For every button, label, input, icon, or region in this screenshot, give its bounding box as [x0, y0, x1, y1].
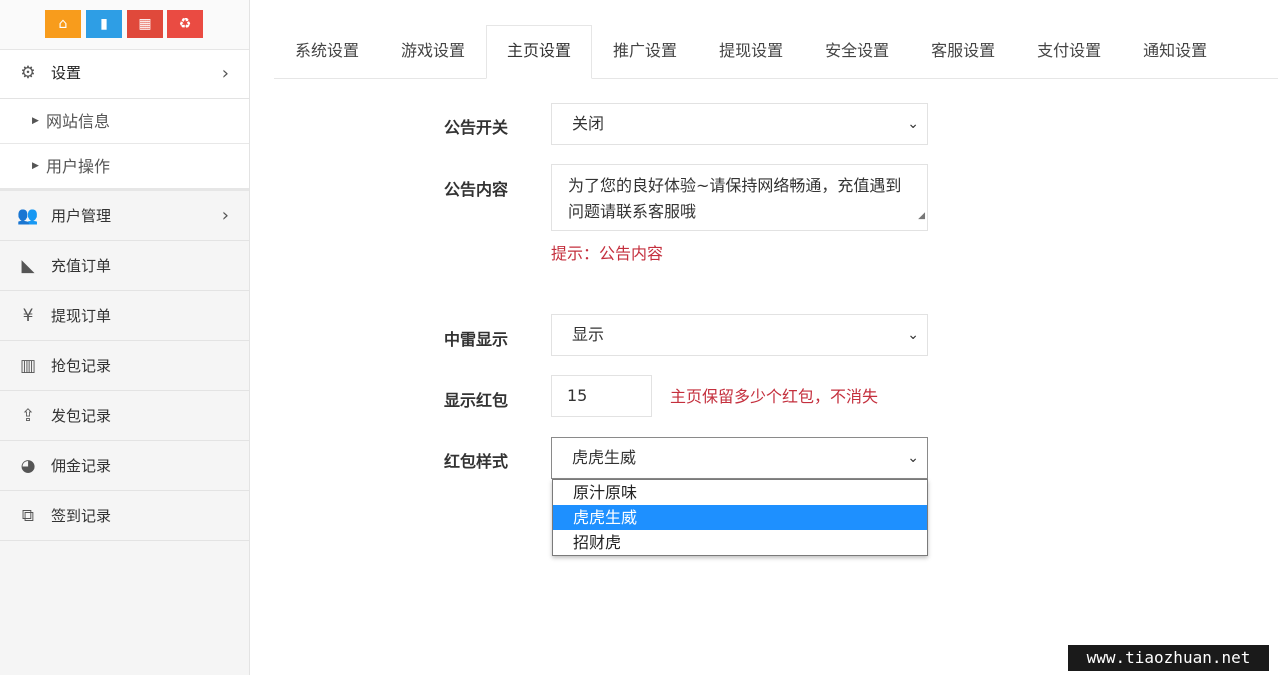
packet-style-select[interactable]: 虎虎生威 ⌄ — [551, 437, 928, 479]
packet-style-label: 红包样式 — [444, 452, 509, 471]
document-button[interactable]: ▮ — [86, 10, 122, 38]
dropdown-option[interactable]: 原汁原味 — [553, 480, 927, 505]
bar-chart-icon: ▥ — [19, 356, 37, 376]
pie-chart-icon: ◕ — [20, 456, 36, 476]
sidebar-item-withdraw-orders[interactable]: ¥ 提现订单 — [0, 291, 249, 341]
tab-withdraw-settings[interactable]: 提现设置 — [698, 25, 804, 79]
trash-button[interactable]: ▦ — [127, 10, 163, 38]
tab-service-settings[interactable]: 客服设置 — [910, 25, 1016, 79]
gears-icon: ⚙ — [20, 63, 36, 83]
notice-switch-select[interactable]: 关闭 ⌄ — [551, 103, 928, 145]
sidebar-item-user-management[interactable]: 👥 用户管理 › — [0, 191, 249, 241]
chevron-down-icon: ⌄ — [907, 116, 919, 132]
show-mine-label: 中雷显示 — [444, 330, 509, 349]
chevron-down-icon: ⌄ — [907, 450, 919, 466]
recycle-button[interactable]: ♻ — [167, 10, 203, 38]
notice-switch-label: 公告开关 — [444, 118, 509, 137]
sidebar-item-checkin-records[interactable]: ⧉ 签到记录 — [0, 491, 249, 541]
notice-content-value: 为了您的良好体验~请保持网络畅通，充值遇到问题请联系客服哦 — [568, 176, 902, 221]
sidebar-subitem-site-info[interactable]: ▶ 网站信息 — [0, 99, 249, 144]
sidebar-item-label: 佣金记录 — [51, 457, 112, 475]
home-icon: ⌂ — [58, 16, 68, 32]
tab-promotion-settings[interactable]: 推广设置 — [592, 25, 698, 79]
sidebar-item-label: 签到记录 — [51, 507, 112, 525]
show-packets-input[interactable]: 15 — [551, 375, 652, 417]
sidebar: ⌂ ▮ ▦ ♻ ⚙ 设置 › ▶ 网站信息 ▶ 用户操作 👥 用户管理 › ◣ … — [0, 0, 250, 675]
sidebar-subitem-label: 用户操作 — [46, 157, 111, 176]
tab-security-settings[interactable]: 安全设置 — [804, 25, 910, 79]
packet-style-dropdown: 原汁原味 虎虎生威 招财虎 — [552, 479, 928, 556]
show-mine-value: 显示 — [572, 325, 605, 344]
sidebar-subitem-user-ops[interactable]: ▶ 用户操作 — [0, 144, 249, 191]
sidebar-item-send-records[interactable]: ⇪ 发包记录 — [0, 391, 249, 441]
notice-content-hint: 提示：公告内容 — [551, 244, 664, 263]
chevron-down-icon: ⌄ — [907, 327, 919, 343]
settings-tabs: 系统设置 游戏设置 主页设置 推广设置 提现设置 安全设置 客服设置 支付设置 … — [274, 25, 1278, 79]
sidebar-item-label: 用户管理 — [51, 207, 112, 225]
sidebar-item-label: 发包记录 — [51, 407, 112, 425]
sidebar-item-commission-records[interactable]: ◕ 佣金记录 — [0, 441, 249, 491]
caret-right-icon: ▶ — [32, 116, 39, 126]
sidebar-item-label: 抢包记录 — [51, 357, 112, 375]
show-mine-select[interactable]: 显示 ⌄ — [551, 314, 928, 356]
tab-notification-settings[interactable]: 通知设置 — [1122, 25, 1228, 79]
yen-icon: ¥ — [22, 306, 34, 326]
chevron-right-icon: › — [221, 205, 229, 226]
dropdown-option-selected[interactable]: 虎虎生威 — [553, 505, 927, 530]
caret-right-icon: ▶ — [32, 161, 39, 171]
packet-style-value: 虎虎生威 — [572, 448, 637, 467]
shortcut-bar: ⌂ ▮ ▦ ♻ — [0, 0, 249, 50]
resize-grip-icon[interactable]: ◢ — [918, 203, 925, 229]
sidebar-item-grab-records[interactable]: ▥ 抢包记录 — [0, 341, 249, 391]
tab-system-settings[interactable]: 系统设置 — [274, 25, 380, 79]
tab-game-settings[interactable]: 游戏设置 — [380, 25, 486, 79]
chevron-right-icon: › — [221, 63, 229, 84]
sidebar-item-label: 提现订单 — [51, 307, 112, 325]
notice-switch-value: 关闭 — [572, 114, 605, 133]
sidebar-subitem-label: 网站信息 — [46, 112, 111, 131]
tab-home-settings[interactable]: 主页设置 — [486, 25, 593, 79]
main-content: 系统设置 游戏设置 主页设置 推广设置 提现设置 安全设置 客服设置 支付设置 … — [250, 0, 1278, 675]
show-packets-hint: 主页保留多少个红包，不消失 — [670, 387, 879, 406]
home-button[interactable]: ⌂ — [45, 10, 81, 38]
recycle-icon: ♻ — [178, 16, 192, 32]
sidebar-item-label: 设置 — [51, 64, 82, 82]
sidebar-item-settings[interactable]: ⚙ 设置 › — [0, 50, 249, 99]
trash-icon: ▦ — [138, 16, 152, 32]
show-packets-label: 显示红包 — [444, 391, 509, 410]
area-chart-icon: ◣ — [21, 256, 35, 276]
upload-icon: ⇪ — [20, 406, 36, 426]
notice-content-label: 公告内容 — [444, 180, 509, 199]
tab-payment-settings[interactable]: 支付设置 — [1016, 25, 1122, 79]
document-icon: ▮ — [100, 16, 108, 32]
sidebar-item-recharge-orders[interactable]: ◣ 充值订单 — [0, 241, 249, 291]
notice-content-textarea[interactable]: 为了您的良好体验~请保持网络畅通，充值遇到问题请联系客服哦 ◢ — [551, 164, 928, 231]
clone-icon: ⧉ — [21, 506, 35, 526]
users-icon: 👥 — [17, 206, 39, 226]
watermark: www.tiaozhuan.net — [1068, 645, 1269, 671]
sidebar-item-label: 充值订单 — [51, 257, 112, 275]
dropdown-option[interactable]: 招财虎 — [553, 530, 927, 555]
